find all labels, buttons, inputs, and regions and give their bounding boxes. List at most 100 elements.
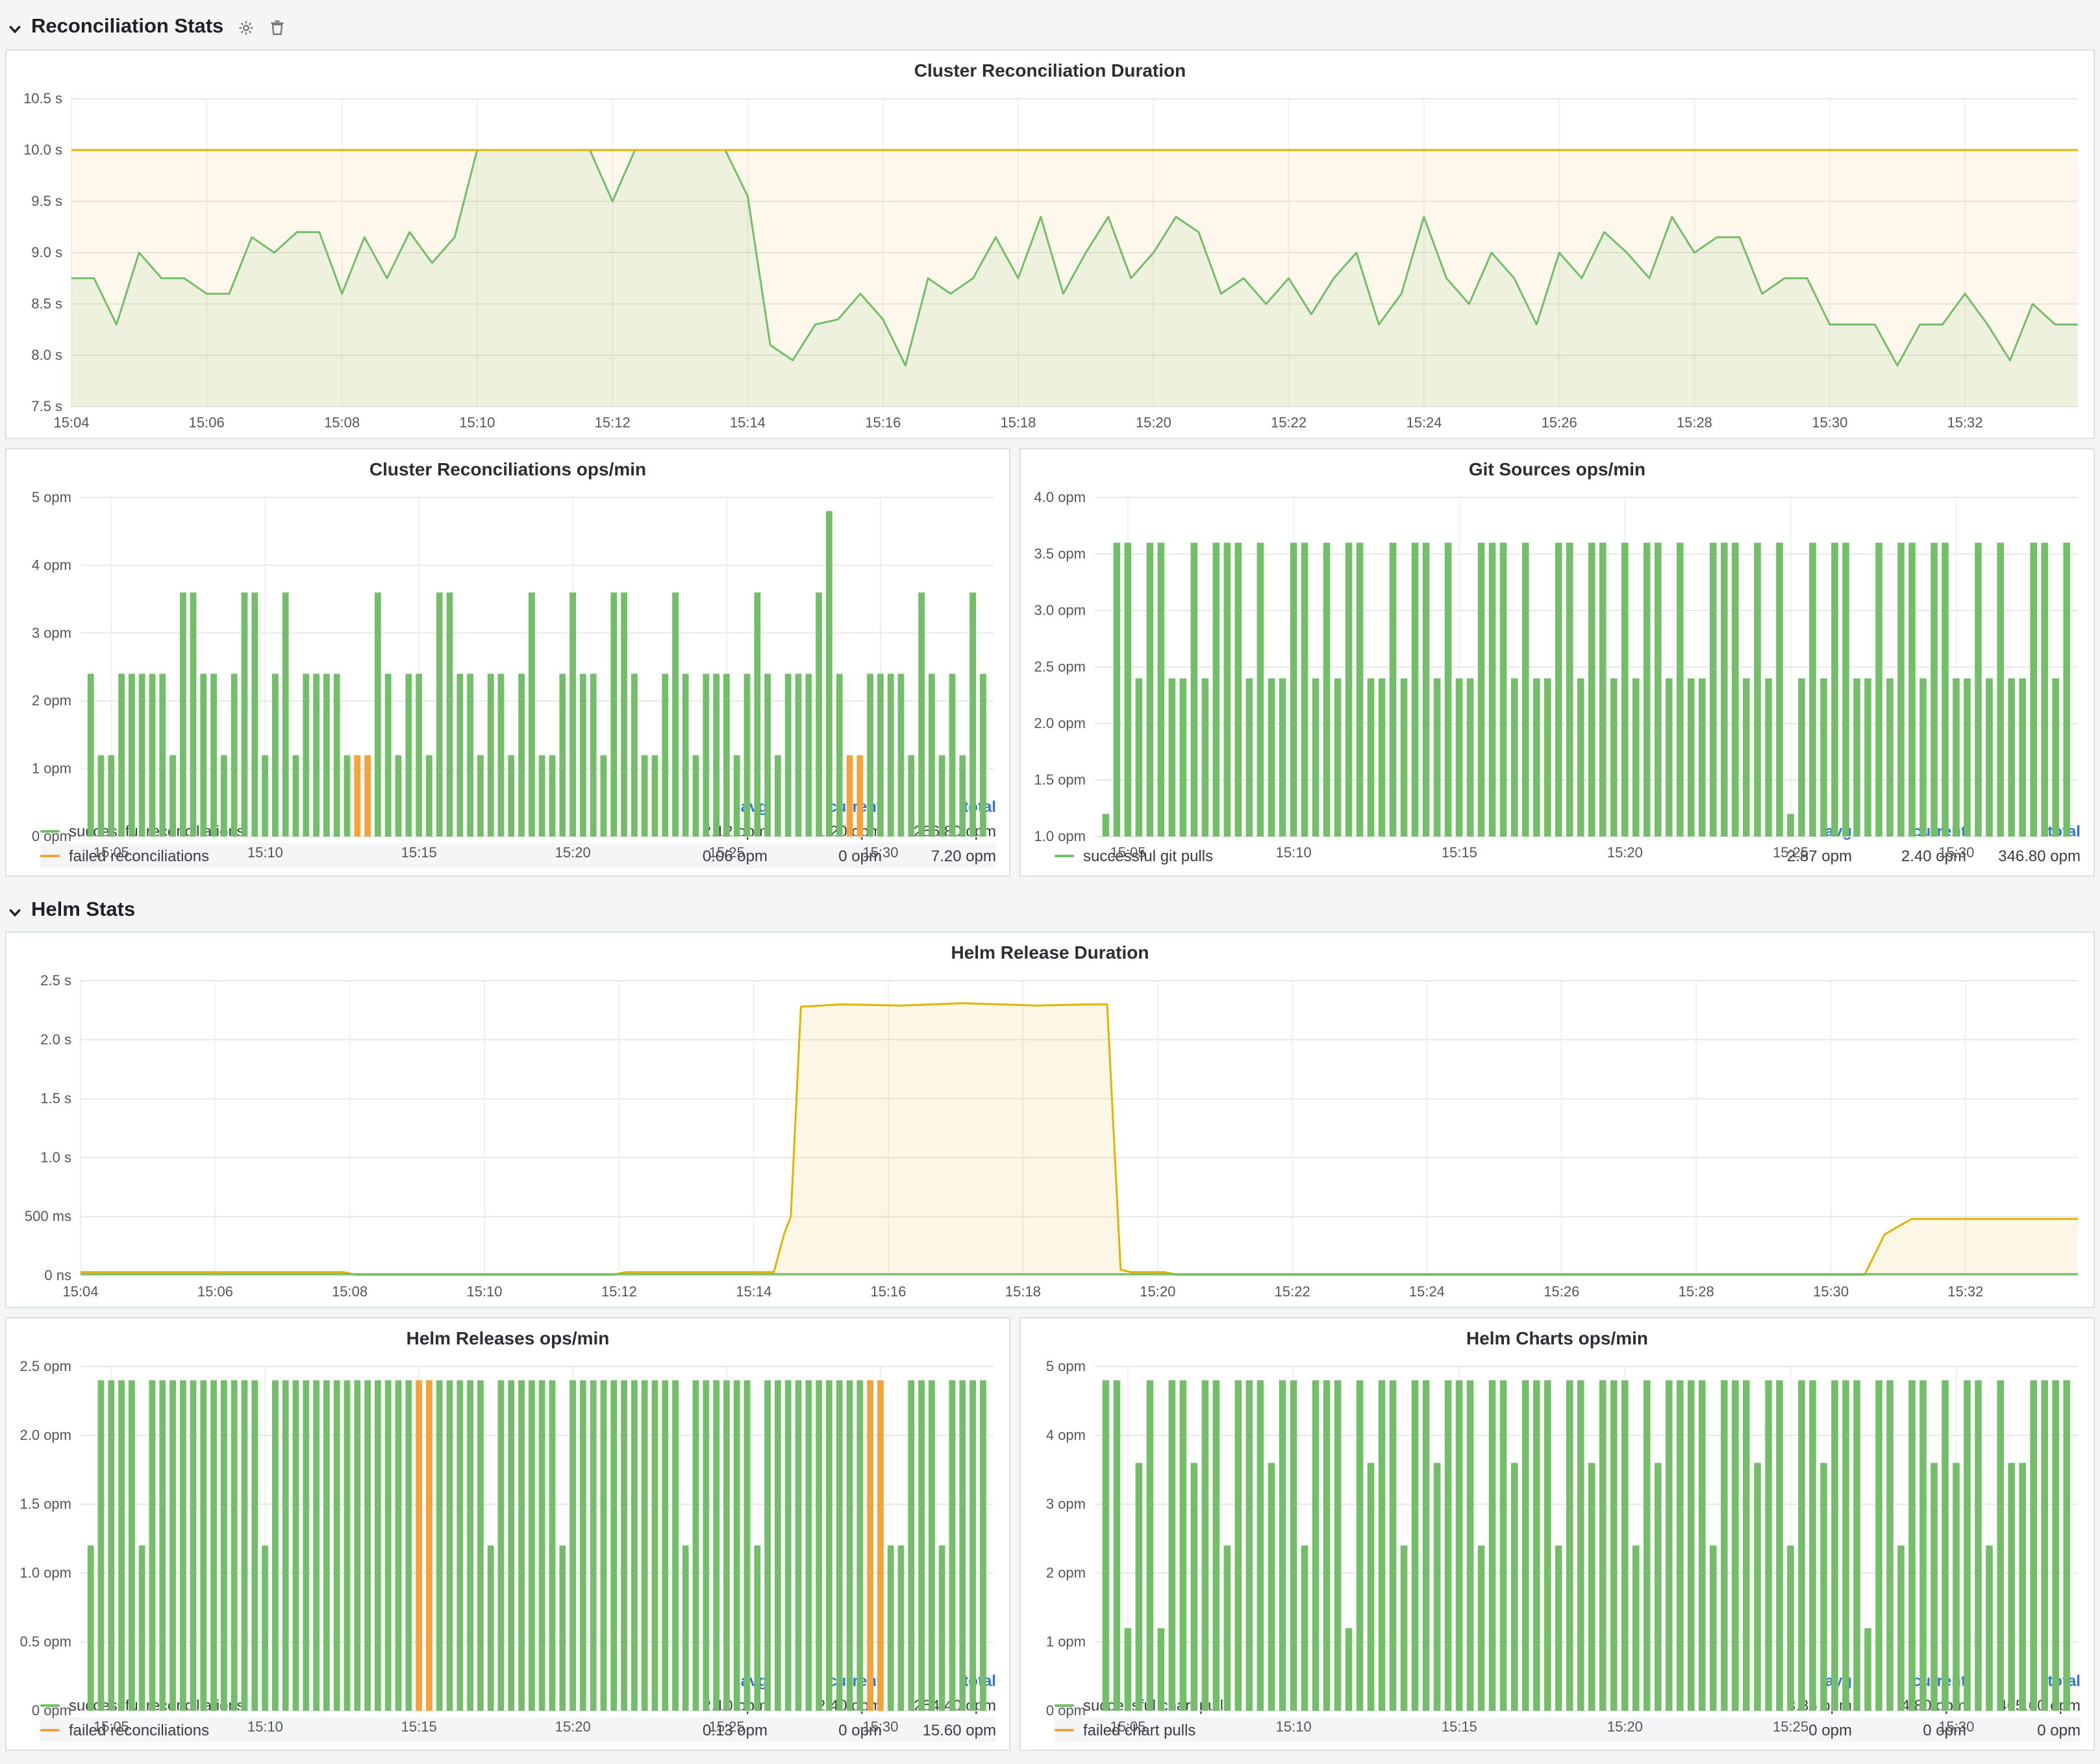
svg-text:15:12: 15:12: [595, 414, 631, 431]
svg-text:1.5 opm: 1.5 opm: [1034, 772, 1086, 788]
svg-text:15:22: 15:22: [1271, 414, 1306, 431]
svg-text:3.0 opm: 3.0 opm: [1034, 602, 1086, 618]
panel-title-cluster-reconciliations-opm[interactable]: Cluster Reconciliations ops/min: [6, 449, 1009, 485]
helm-release-duration-chart[interactable]: 15:0415:0615:0815:1015:1215:1415:1615:18…: [6, 968, 2094, 1307]
panel-helm-release-duration: Helm Release Duration 15:0415:0615:0815:…: [5, 931, 2095, 1308]
panel-cluster-reconciliations-opm: Cluster Reconciliations ops/min 15:05 15:…: [5, 448, 1010, 877]
svg-text:15:30: 15:30: [1938, 844, 1974, 861]
svg-text:15:14: 15:14: [730, 414, 766, 431]
svg-text:0 opm: 0 opm: [32, 1702, 71, 1719]
chart-box: 15:0515:1015:1515:2015:2515:300 opm0.5 o…: [6, 1354, 1009, 1668]
svg-text:15:18: 15:18: [1000, 414, 1036, 431]
panel-row-reconciliations: Cluster Reconciliations ops/min 15:0515:…: [5, 448, 2095, 877]
svg-text:15:20: 15:20: [1607, 844, 1643, 861]
svg-text:9.0 s: 9.0 s: [31, 244, 62, 260]
trash-icon[interactable]: [269, 19, 286, 36]
svg-text:3 opm: 3 opm: [32, 624, 71, 640]
svg-text:4.0 opm: 4.0 opm: [1034, 489, 1086, 505]
svg-text:15:10: 15:10: [459, 414, 495, 431]
svg-text:15:22: 15:22: [1275, 1283, 1310, 1300]
svg-text:15:10: 15:10: [1276, 844, 1312, 861]
svg-text:15:30: 15:30: [862, 1719, 898, 1735]
svg-text:15:05: 15:05: [1110, 1719, 1145, 1735]
helm-charts-opm-chart[interactable]: 15:0515:1015:1515:2015:2515:300 opm1 opm…: [1021, 1354, 2094, 1742]
svg-text:2.0 opm: 2.0 opm: [20, 1427, 72, 1443]
svg-text:7.5 s: 7.5 s: [31, 398, 62, 414]
panel-title-helm-release-duration[interactable]: Helm Release Duration: [6, 933, 2094, 968]
svg-text:15:08: 15:08: [324, 414, 360, 431]
svg-text:8.0 s: 8.0 s: [31, 347, 62, 363]
chart-box: 15:0515:1015:1515:2015:2515:300 opm1 opm…: [6, 485, 1009, 794]
panel-title-git-sources-opm[interactable]: Git Sources ops/min: [1021, 449, 2094, 485]
svg-text:10.0 s: 10.0 s: [23, 142, 62, 158]
section-header-reconciliation-stats[interactable]: Reconciliation Stats: [5, 5, 2095, 49]
svg-text:4 opm: 4 opm: [1046, 1427, 1086, 1443]
svg-text:15:05: 15:05: [94, 1719, 129, 1735]
svg-text:15:04: 15:04: [62, 1283, 98, 1300]
panel-title-cluster-reconciliation-duration[interactable]: Cluster Reconciliation Duration: [6, 51, 2094, 86]
panel-title-helm-releases-opm[interactable]: Helm Releases ops/min: [6, 1318, 1009, 1354]
svg-text:15:20: 15:20: [1136, 414, 1171, 431]
svg-text:15:25: 15:25: [1773, 844, 1808, 861]
svg-text:15:15: 15:15: [401, 1719, 437, 1735]
git-sources-opm-chart[interactable]: 15:0515:1015:1515:2015:2515:301.0 opm1.5…: [1021, 485, 2094, 868]
svg-text:15:06: 15:06: [189, 414, 225, 431]
svg-text:4 opm: 4 opm: [32, 557, 71, 573]
chart-box: 15:0415:0615:0815:1015:1215:1415:1615:18…: [6, 86, 2094, 438]
panel-title-helm-charts-opm[interactable]: Helm Charts ops/min: [1021, 1318, 2094, 1354]
svg-text:15:30: 15:30: [862, 844, 898, 861]
svg-text:1.0 opm: 1.0 opm: [20, 1565, 72, 1581]
svg-text:15:12: 15:12: [601, 1283, 637, 1300]
svg-text:2.0 s: 2.0 s: [40, 1031, 71, 1047]
svg-text:8.5 s: 8.5 s: [31, 296, 62, 312]
svg-text:15:32: 15:32: [1947, 1283, 1983, 1300]
chevron-down-icon: [8, 21, 22, 36]
svg-text:15:24: 15:24: [1409, 1283, 1445, 1300]
panel-cluster-reconciliation-duration: Cluster Reconciliation Duration 15:04 15:…: [5, 49, 2095, 439]
svg-text:15:15: 15:15: [1442, 844, 1477, 861]
svg-text:15:30: 15:30: [1812, 414, 1847, 431]
section-title[interactable]: Reconciliation Stats: [31, 16, 223, 39]
svg-text:500 ms: 500 ms: [25, 1208, 71, 1224]
section-title[interactable]: Helm Stats: [31, 899, 135, 922]
svg-text:1.0 opm: 1.0 opm: [1034, 828, 1086, 844]
gear-icon[interactable]: [238, 19, 255, 36]
svg-text:15:14: 15:14: [736, 1283, 771, 1300]
svg-text:9.5 s: 9.5 s: [31, 193, 62, 209]
svg-text:1.0 s: 1.0 s: [40, 1149, 71, 1165]
svg-text:2.0 opm: 2.0 opm: [1034, 715, 1086, 731]
svg-text:1 opm: 1 opm: [1046, 1633, 1086, 1650]
cluster-reconciliations-opm-chart[interactable]: 15:05 15:10 15:15 15:20 15:25 15:30 0 opm 1 opm…: [6, 485, 1009, 868]
svg-text:15:25: 15:25: [709, 1719, 745, 1735]
svg-text:15:18: 15:18: [1005, 1283, 1041, 1300]
svg-text:15:05: 15:05: [94, 844, 129, 861]
panel-git-sources-opm: Git Sources ops/min 15:0515:1015:1515:20…: [1019, 448, 2095, 877]
svg-text:15:16: 15:16: [870, 1283, 906, 1300]
svg-text:15:04: 15:04: [53, 414, 89, 431]
svg-text:15:06: 15:06: [197, 1283, 233, 1300]
svg-text:15:10: 15:10: [247, 844, 283, 861]
panel-helm-releases-opm: Helm Releases ops/min 15:0515:1015:1515:…: [5, 1317, 1010, 1751]
svg-text:0 opm: 0 opm: [32, 828, 71, 844]
svg-text:15:26: 15:26: [1544, 1283, 1579, 1300]
chart-box: 15:0515:1015:1515:2015:2515:300 opm1 opm…: [1021, 1354, 2094, 1668]
svg-text:15:10: 15:10: [247, 1719, 283, 1735]
cluster-reconciliation-duration-chart[interactable]: 15:0415:0615:0815:1015:1215:1415:1615:18…: [6, 86, 2094, 438]
svg-text:2 opm: 2 opm: [32, 692, 71, 709]
section-header-helm-stats[interactable]: Helm Stats: [5, 890, 2095, 931]
svg-text:15:28: 15:28: [1679, 1283, 1714, 1300]
svg-text:15:10: 15:10: [1276, 1719, 1312, 1735]
dashboard: Reconciliation Stats Cluster Reconciliat…: [0, 0, 2100, 1764]
svg-text:2 opm: 2 opm: [1046, 1565, 1086, 1581]
svg-text:15:20: 15:20: [555, 844, 591, 861]
svg-text:15:24: 15:24: [1406, 414, 1442, 431]
helm-releases-opm-chart[interactable]: 15:0515:1015:1515:2015:2515:300 opm0.5 o…: [6, 1354, 1009, 1742]
panel-helm-charts-opm: Helm Charts ops/min 15:0515:1015:1515:20…: [1019, 1317, 2095, 1751]
svg-text:15:25: 15:25: [709, 844, 745, 861]
svg-text:15:30: 15:30: [1938, 1719, 1974, 1735]
svg-text:15:15: 15:15: [401, 844, 437, 861]
chart-box: 15:0515:1015:1515:2015:2515:301.0 opm1.5…: [1021, 485, 2094, 818]
svg-text:1 opm: 1 opm: [32, 760, 71, 776]
svg-text:2.5 opm: 2.5 opm: [1034, 659, 1086, 675]
svg-text:15:15: 15:15: [1442, 1719, 1477, 1735]
